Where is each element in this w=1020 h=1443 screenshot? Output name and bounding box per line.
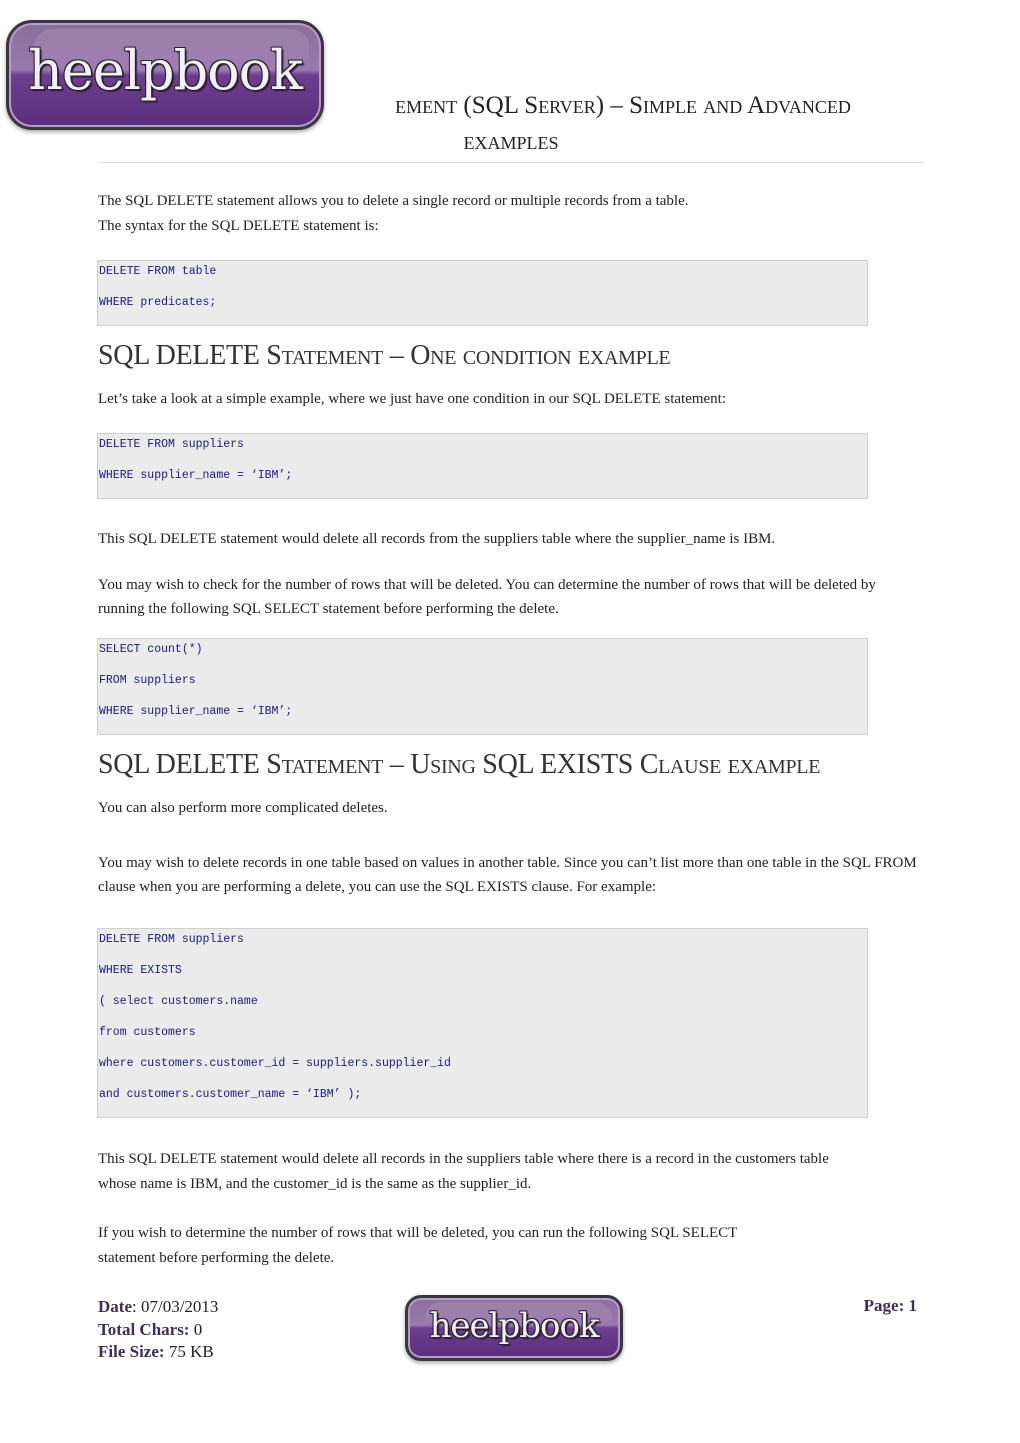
section1-paragraph-2: This SQL DELETE statement would delete a… [98, 531, 776, 547]
code-line: DELETE FROM suppliers [99, 438, 244, 451]
footer-date: Date: 07/03/2013 [98, 1297, 219, 1316]
logo-text: heelpbook [429, 1306, 599, 1346]
intro-paragraph-2: The syntax for the SQL DELETE statement … [98, 218, 379, 234]
code-line: WHERE supplier_name = ‘IBM’; [99, 469, 293, 482]
code-line: DELETE FROM suppliers [99, 933, 244, 946]
code-line: FROM suppliers [99, 674, 196, 687]
code-line: ( select customers.name [99, 995, 258, 1008]
section2-paragraph-2: You may wish to delete records in one ta… [98, 855, 917, 895]
file-size-value: 75 KB [168, 1342, 214, 1361]
code-line: DELETE FROM table [99, 265, 217, 278]
code-line: where customers.customer_id = suppliers.… [99, 1057, 451, 1070]
file-size-label: File Size: [98, 1342, 165, 1361]
code-line: and customers.customer_name = ‘IBM’ ); [99, 1088, 362, 1101]
document-title: ement (SQL Server) – Simple and Advanced… [98, 88, 924, 160]
section2-paragraph-1: You can also perform more complicated de… [98, 800, 388, 816]
section2-paragraph-4b: statement before performing the delete. [98, 1250, 335, 1266]
footer-file-size: File Size: 75 KB [98, 1341, 218, 1364]
section2-paragraph-3b: whose name is IBM, and the customer_id i… [98, 1176, 532, 1192]
date-label: Date [98, 1297, 132, 1316]
title-line-1: ement (SQL Server) – Simple and Advanced [395, 92, 851, 119]
title-divider [98, 162, 924, 163]
section-heading-exists-clause: SQL DELETE Statement – Using SQL EXISTS … [98, 749, 821, 780]
total-chars-label: Total Chars: [98, 1319, 190, 1339]
section2-paragraph-3a: This SQL DELETE statement would delete a… [98, 1151, 829, 1167]
page-number: Page: 1 [863, 1296, 917, 1315]
date-value: 07/03/2013 [140, 1297, 219, 1316]
footer-heelpbook-logo: heelpbook [405, 1295, 623, 1361]
code-block-one-condition: DELETE FROM suppliers WHERE supplier_nam… [97, 433, 868, 499]
footer-metadata: Date: 07/03/2013 Total Chars: 0 File Siz… [98, 1296, 218, 1364]
section-heading-one-condition: SQL DELETE Statement – One condition exa… [98, 340, 671, 371]
code-line: WHERE predicates; [99, 296, 217, 309]
total-chars-value: 0 [193, 1319, 203, 1339]
code-block-exists: DELETE FROM suppliers WHERE EXISTS ( sel… [97, 928, 868, 1118]
section2-paragraph-4a: If you wish to determine the number of r… [98, 1225, 738, 1241]
code-block-syntax: DELETE FROM table WHERE predicates; [97, 260, 868, 326]
code-line: from customers [99, 1026, 196, 1039]
code-line: WHERE EXISTS [99, 964, 182, 977]
footer-total-chars: Total Chars: 0 [98, 1319, 218, 1342]
title-line-2: examples [463, 128, 559, 155]
code-block-count: SELECT count(*) FROM suppliers WHERE sup… [97, 638, 868, 735]
section1-paragraph-1: Let’s take a look at a simple example, w… [98, 391, 727, 407]
code-line: SELECT count(*) [99, 643, 203, 656]
intro-paragraph-1: The SQL DELETE statement allows you to d… [98, 193, 689, 209]
code-line: WHERE supplier_name = ‘IBM’; [99, 705, 293, 718]
section1-paragraph-3: You may wish to check for the number of … [98, 577, 876, 617]
